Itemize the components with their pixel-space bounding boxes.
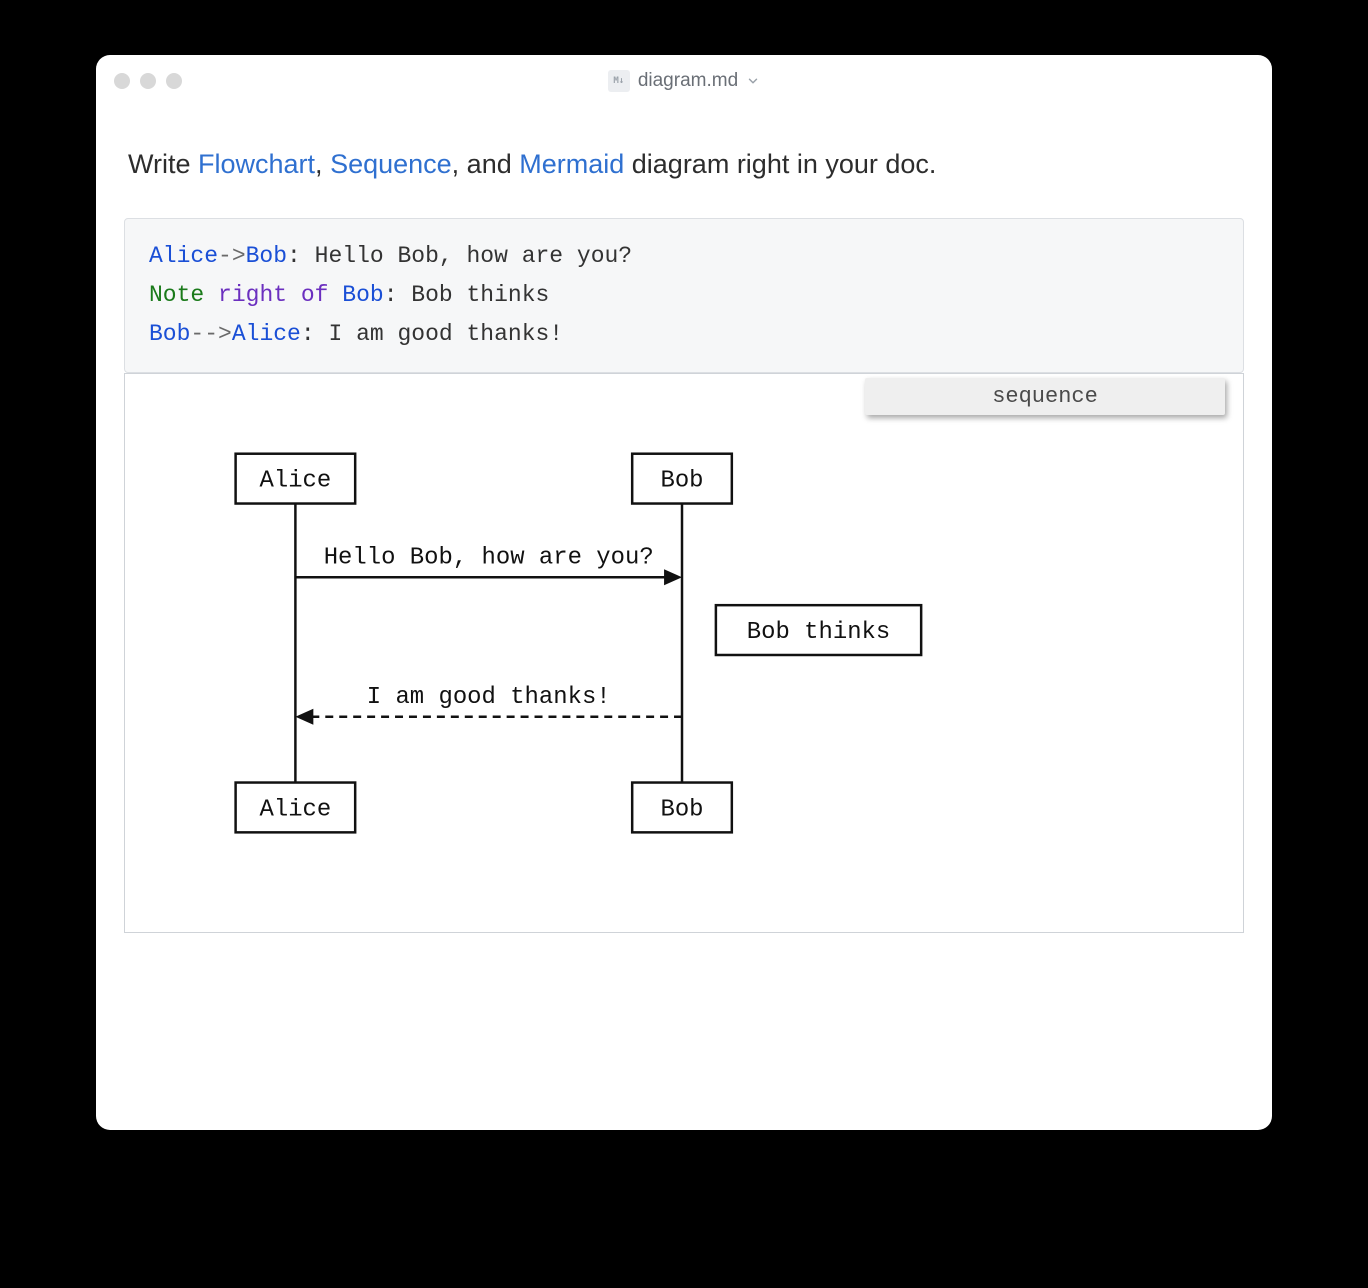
message-label: I am good thanks! <box>367 684 611 711</box>
sequence-diagram: Alice Bob Hello Bob, how are you? Bob th… <box>125 374 1243 932</box>
minimize-icon[interactable] <box>140 73 156 89</box>
diagram-output: sequence Alice Bob Hello Bob, how are yo… <box>124 373 1244 933</box>
chevron-down-icon <box>746 74 760 88</box>
code-token-name: Bob <box>342 282 383 308</box>
fullscreen-icon[interactable] <box>166 73 182 89</box>
code-token-text: I am good thanks! <box>328 321 563 347</box>
code-token-arrow: --> <box>190 321 231 347</box>
actor-label: Alice <box>260 468 332 495</box>
app-window: M↓ diagram.md Write Flowchart, Sequence,… <box>96 55 1272 1130</box>
actor-label: Bob <box>660 797 703 824</box>
code-token-name: Bob <box>149 321 190 347</box>
code-token-colon: : <box>301 321 329 347</box>
document-content[interactable]: Write Flowchart, Sequence, and Mermaid d… <box>96 107 1272 1130</box>
code-token-text: Bob thinks <box>411 282 549 308</box>
code-token-text: Hello Bob, how are you? <box>315 243 632 269</box>
code-token-name: Alice <box>149 243 218 269</box>
code-token-space <box>204 282 218 308</box>
note-label: Bob thinks <box>747 619 890 646</box>
code-token-keyword: right of <box>218 282 328 308</box>
link-flowchart[interactable]: Flowchart <box>198 149 315 179</box>
code-block[interactable]: Alice->Bob: Hello Bob, how are you? Note… <box>124 218 1244 373</box>
code-token-keyword: Note <box>149 282 204 308</box>
window-title: diagram.md <box>638 70 738 92</box>
markdown-file-icon: M↓ <box>608 70 630 92</box>
code-token-name: Alice <box>232 321 301 347</box>
titlebar: M↓ diagram.md <box>96 55 1272 107</box>
code-token-arrow: -> <box>218 243 246 269</box>
traffic-lights <box>114 73 182 89</box>
close-icon[interactable] <box>114 73 130 89</box>
code-token-name: Bob <box>246 243 287 269</box>
link-mermaid[interactable]: Mermaid <box>519 149 624 179</box>
actor-label: Alice <box>260 797 332 824</box>
intro-sep2: , and <box>452 149 520 179</box>
intro-tail: diagram right in your doc. <box>624 149 936 179</box>
intro-sep1: , <box>315 149 330 179</box>
code-token-colon: : <box>384 282 412 308</box>
code-token-space <box>328 282 342 308</box>
arrowhead-left-icon <box>295 709 313 725</box>
actor-label: Bob <box>660 468 703 495</box>
intro-lead: Write <box>128 149 198 179</box>
arrowhead-right-icon <box>664 570 682 586</box>
message-label: Hello Bob, how are you? <box>324 545 654 572</box>
intro-text: Write Flowchart, Sequence, and Mermaid d… <box>124 145 1244 184</box>
link-sequence[interactable]: Sequence <box>330 149 452 179</box>
code-token-colon: : <box>287 243 315 269</box>
window-title-area[interactable]: M↓ diagram.md <box>96 70 1272 92</box>
